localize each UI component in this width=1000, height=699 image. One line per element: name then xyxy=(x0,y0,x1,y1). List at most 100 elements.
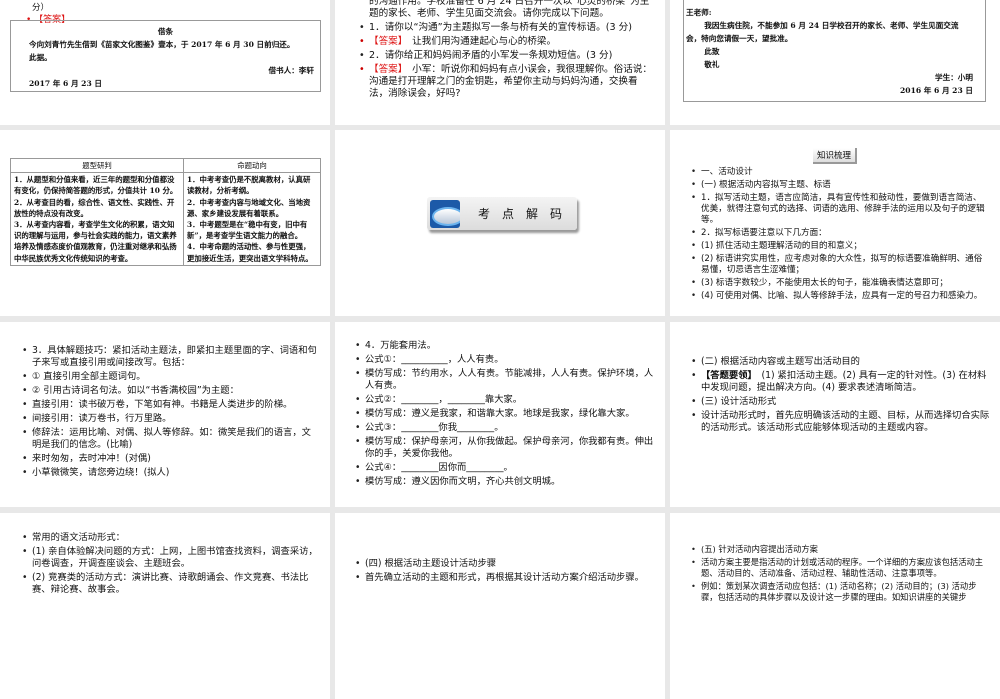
list-item-text: (四) 根据活动主题设计活动步骤 xyxy=(365,558,497,569)
bullet-list: 3．具体解题技巧：紧扣活动主题法，即紧扣主题里面的字、词语和句子来写或直接引用或… xyxy=(22,345,320,481)
list-item: 模仿写成：节约用水，人人有责。节能减排，人人有责。保护环境，人人有责。 xyxy=(355,368,655,392)
list-item: (1) 亲自体验解决问题的方式：上网，上图书馆查找资料，调查采访，问卷调查，开调… xyxy=(22,546,320,570)
list-item-text: (1) 亲自体验解决问题的方式：上网，上图书馆查找资料，调查采访，问卷调查，开调… xyxy=(32,546,318,569)
section-title-button[interactable]: 考点解码 xyxy=(427,197,577,230)
list-item: (二) 根据活动内容或主题写出活动目的 xyxy=(691,356,990,368)
iou-note: 借条 今向刘青竹先生借到《苗家文化图鉴》壹本，于 2017 年 6 月 30 日… xyxy=(10,20,321,92)
list-item-text: 间接引用：读万卷书，行万里路。 xyxy=(32,413,172,424)
mouse-icon xyxy=(430,199,460,228)
list-item: 2．请你给正和妈妈闹矛盾的小军发一条规劝短信。(3 分) xyxy=(359,50,655,62)
bullet-list: 4．万能套用法。公式①：__________，人人有责。模仿写成：节约用水，人人… xyxy=(355,340,655,490)
list-item: 小草微微笑，请您旁边绕！(拟人) xyxy=(22,467,320,479)
list-item-text: (2) 竞赛类的活动方式：演讲比赛、诗歌朗诵会、作文竞赛、书法比赛、辩论赛、故事… xyxy=(32,572,309,595)
list-item-text: 模仿写成：节约用水，人人有责。节能减排，人人有责。保护环境，人人有责。 xyxy=(365,368,654,391)
list-item-text: (三) 设计活动形式 xyxy=(701,396,777,407)
list-item-text: 公式③：________你我________。 xyxy=(365,422,504,433)
list-item: (四) 根据活动主题设计活动步骤 xyxy=(355,558,655,570)
bullet-list: (五) 针对活动内容提出活动方案活动方案主要是指活动的计划或活动的程序。一个详细… xyxy=(691,544,990,605)
list-item-text: 公式②：________，________靠大家。 xyxy=(365,394,523,405)
slide-thumbnail-4[interactable]: 题型研判 命题动向 1．从题型和分值来看，近三年的题型和分值都没有变化，仍保持简答… xyxy=(0,130,330,316)
table-header: 命题动向 xyxy=(183,157,321,174)
list-item: ② 引用古诗词名句法。如以“书香满校园”为主题： xyxy=(22,385,320,397)
slide-thumbnail-11[interactable]: (四) 根据活动主题设计活动步骤首先确立活动的主题和形式，再根据其设计活动方案介… xyxy=(335,513,665,699)
slide-thumbnail-10[interactable]: 常用的语文活动形式： (1) 亲自体验解决问题的方式：上网，上图书馆查找资料，调查… xyxy=(0,513,330,699)
slide-thumbnail-5[interactable]: 考点解码 xyxy=(335,130,665,316)
note-body: 今向刘青竹先生借到《苗家文化图鉴》壹本，于 2017 年 6 月 30 日前归还… xyxy=(29,40,295,49)
bullet-list: (二) 根据活动内容或主题写出活动目的【答题要领】 (1) 紧扣活动主题。(2)… xyxy=(691,356,990,436)
list-item: 公式①：__________，人人有责。 xyxy=(355,354,655,366)
list-item: (五) 针对活动内容提出活动方案 xyxy=(691,544,990,555)
list-item-text: 小军：听说你和妈妈有点小误会，我很理解你。俗话说：沟通是打开理解之门的金钥匙，希… xyxy=(369,64,653,99)
list-item-text: ② 引用古诗词名句法。如以“书香满校园”为主题： xyxy=(32,385,239,396)
list-item: 模仿写成：遵义是我家，和谐靠大家。地球是我家，绿化靠大家。 xyxy=(355,408,655,420)
list-item-text: ① 直接引用全部主题词句。 xyxy=(32,371,146,382)
list-item-text: 2．拟写标语要注意以下几方面： xyxy=(701,228,827,238)
list-item-text: 的沟通作用。学校准备在 6 月 24 日召开一次以“心灵的桥梁”为主题的家长、老… xyxy=(369,0,650,19)
list-item: 修辞法：运用比喻、对偶、拟人等修辞。如：微笑是我们的语言，文明是我们的信念。(比… xyxy=(22,427,320,451)
list-item-text: (一) 根据活动内容拟写主题、标语 xyxy=(701,180,831,190)
slide-thumbnail-1[interactable]: 分） • 【答案】 借条 今向刘青竹先生借到《苗家文化图鉴》壹本，于 2017 … xyxy=(0,0,330,125)
list-item: 的沟通作用。学校准备在 6 月 24 日召开一次以“心灵的桥梁”为主题的家长、老… xyxy=(359,0,655,20)
list-item: (2) 标语讲究实用性，应考虑对象的大众性，拟写的标语要准确鲜明、通俗易懂，切忌… xyxy=(691,254,990,276)
list-item: (三) 设计活动形式 xyxy=(691,396,990,408)
list-item: 4．万能套用法。 xyxy=(355,340,655,352)
slide-thumbnail-8[interactable]: 4．万能套用法。公式①：__________，人人有责。模仿写成：节约用水，人人… xyxy=(335,322,665,507)
note-signer: 学生：小明 xyxy=(935,73,973,82)
bullet-list: (四) 根据活动主题设计活动步骤首先确立活动的主题和形式，再根据其设计活动方案介… xyxy=(355,558,655,586)
slide-thumbnail-2[interactable]: 的沟通作用。学校准备在 6 月 24 日召开一次以“心灵的桥梁”为主题的家长、老… xyxy=(335,0,665,125)
list-item: (3) 标语字数较少，不能使用太长的句子，能准确表情达意即可； xyxy=(691,278,990,289)
note-closing-1: 此致 xyxy=(704,47,720,56)
note-closing-2: 敬礼 xyxy=(704,60,720,69)
list-item-text: 模仿写成：遵义是我家，和谐靠大家。地球是我家，绿化靠大家。 xyxy=(365,408,635,419)
list-item: 公式②：________，________靠大家。 xyxy=(355,394,655,406)
list-item: 【答题要领】 (1) 紧扣活动主题。(2) 具有一定的针对性。(3) 在材料中发… xyxy=(691,370,990,394)
list-item: 一、活动设计 xyxy=(691,167,990,178)
list-item-text: 3．具体解题技巧：紧扣活动主题法，即紧扣主题里面的字、词语和句子来写或直接引用或… xyxy=(32,345,317,368)
list-item-text: (3) 标语字数较少，不能使用太长的句子，能准确表情达意即可； xyxy=(701,278,948,288)
answer-label: 【答案】 xyxy=(369,36,403,47)
list-item-text: 模仿写成：保护母亲河，从你我做起。保护母亲河，你我都有责。伸出你的手，关爱你我他… xyxy=(365,436,654,459)
list-item-text: (2) 标语讲究实用性，应考虑对象的大众性，拟写的标语要准确鲜明、通俗易懂，切忌… xyxy=(701,254,983,275)
list-item: 设计活动形式时，首先应明确该活动的主题、目标，从而选择切合实际的活动形式。该活动… xyxy=(691,410,990,434)
list-item-text: 设计活动形式时，首先应明确该活动的主题、目标，从而选择切合实际的活动形式。该活动… xyxy=(701,410,990,433)
list-item: (2) 竞赛类的活动方式：演讲比赛、诗歌朗诵会、作文竞赛、书法比赛、辩论赛、故事… xyxy=(22,572,320,596)
list-item: 3．具体解题技巧：紧扣活动主题法，即紧扣主题里面的字、词语和句子来写或直接引用或… xyxy=(22,345,320,369)
note-date: 2016 年 6 月 23 日 xyxy=(900,86,973,95)
list-item: 间接引用：读万卷书，行万里路。 xyxy=(22,413,320,425)
list-item-text: 模仿写成：遵义因你而文明，齐心共创文明城。 xyxy=(365,476,561,487)
table-header: 题型研判 xyxy=(10,157,184,174)
slide-thumbnail-9[interactable]: (二) 根据活动内容或主题写出活动目的【答题要领】 (1) 紧扣活动主题。(2)… xyxy=(670,322,1000,507)
list-item-text: (五) 针对活动内容提出活动方案 xyxy=(701,544,818,554)
note-closing: 此据。 xyxy=(29,53,52,62)
list-item-text: 一、活动设计 xyxy=(701,167,753,177)
list-item-text: 小草微微笑，请您旁边绕！(拟人) xyxy=(32,467,170,478)
list-item: 【答案】 让我们用沟通建起心与心的桥梁。 xyxy=(359,36,655,48)
list-item: 首先确立活动的主题和形式，再根据其设计活动方案介绍活动步骤。 xyxy=(355,572,655,584)
list-item: 公式④：________因你而________。 xyxy=(355,462,655,474)
list-item: 模仿写成：遵义因你而文明，齐心共创文明城。 xyxy=(355,476,655,488)
list-item: 【答案】 小军：听说你和妈妈有点小误会，我很理解你。俗话说：沟通是打开理解之门的… xyxy=(359,64,655,100)
slide-thumbnail-7[interactable]: 3．具体解题技巧：紧扣活动主题法，即紧扣主题里面的字、词语和句子来写或直接引用或… xyxy=(0,322,330,507)
list-item-text: (二) 根据活动内容或主题写出活动目的 xyxy=(701,356,860,367)
answer-label: 【答题要领】 xyxy=(701,370,753,381)
bullet-list: 的沟通作用。学校准备在 6 月 24 日召开一次以“心灵的桥梁”为主题的家长、老… xyxy=(359,0,655,102)
note-signer: 借书人：李轩 xyxy=(268,66,314,75)
list-item-text: 来时匆匆，去时冲冲！(对偶) xyxy=(32,453,151,464)
answer-label: 【答案】 xyxy=(369,64,403,75)
note-title: 借条 xyxy=(157,27,174,36)
list-item: 模仿写成：保护母亲河，从你我做起。保护母亲河，你我都有责。伸出你的手，关爱你我他… xyxy=(355,436,655,460)
list-item-text: (1) 抓住活动主题理解活动的目的和意义； xyxy=(701,241,862,251)
list-item: ① 直接引用全部主题词句。 xyxy=(22,371,320,383)
table-cell: 1．从题型和分值来看，近三年的题型和分值都没有变化，仍保持简答题的形式，分值共计… xyxy=(10,172,184,266)
list-item-text: 1．请你以“沟通”为主题拟写一条与桥有关的宣传标语。(3 分) xyxy=(369,22,632,33)
slide-thumbnail-12[interactable]: (五) 针对活动内容提出活动方案活动方案主要是指活动的计划或活动的程序。一个详细… xyxy=(670,513,1000,699)
bullet-list: 一、活动设计 (一) 根据活动内容拟写主题、标语 1．拟写活动主题，语言应简洁，具有… xyxy=(691,167,990,304)
slide-thumbnail-3[interactable]: 王老师: 我因生病住院，不能参加 6 月 24 日学校召开的家长、老师、学生见面… xyxy=(670,0,1000,125)
section-tag: 知识梳理 xyxy=(813,148,858,164)
list-item-text: 直接引用：读书破万卷，下笔如有神。书籍是人类进步的阶梯。 xyxy=(32,399,293,410)
leave-note: 王老师: 我因生病住院，不能参加 6 月 24 日学校召开的家长、老师、学生见面… xyxy=(683,0,986,102)
slide-thumbnail-6[interactable]: 知识梳理 一、活动设计 (一) 根据活动内容拟写主题、标语 1．拟写活动主题，语言应… xyxy=(670,130,1000,316)
list-item-text: 常用的语文活动形式： xyxy=(32,532,125,543)
list-item-text: 活动方案主要是指活动的计划或活动的程序。一个详细的方案应该包括活动主题、活动目的… xyxy=(701,557,984,578)
list-item: (一) 根据活动内容拟写主题、标语 xyxy=(691,180,990,191)
